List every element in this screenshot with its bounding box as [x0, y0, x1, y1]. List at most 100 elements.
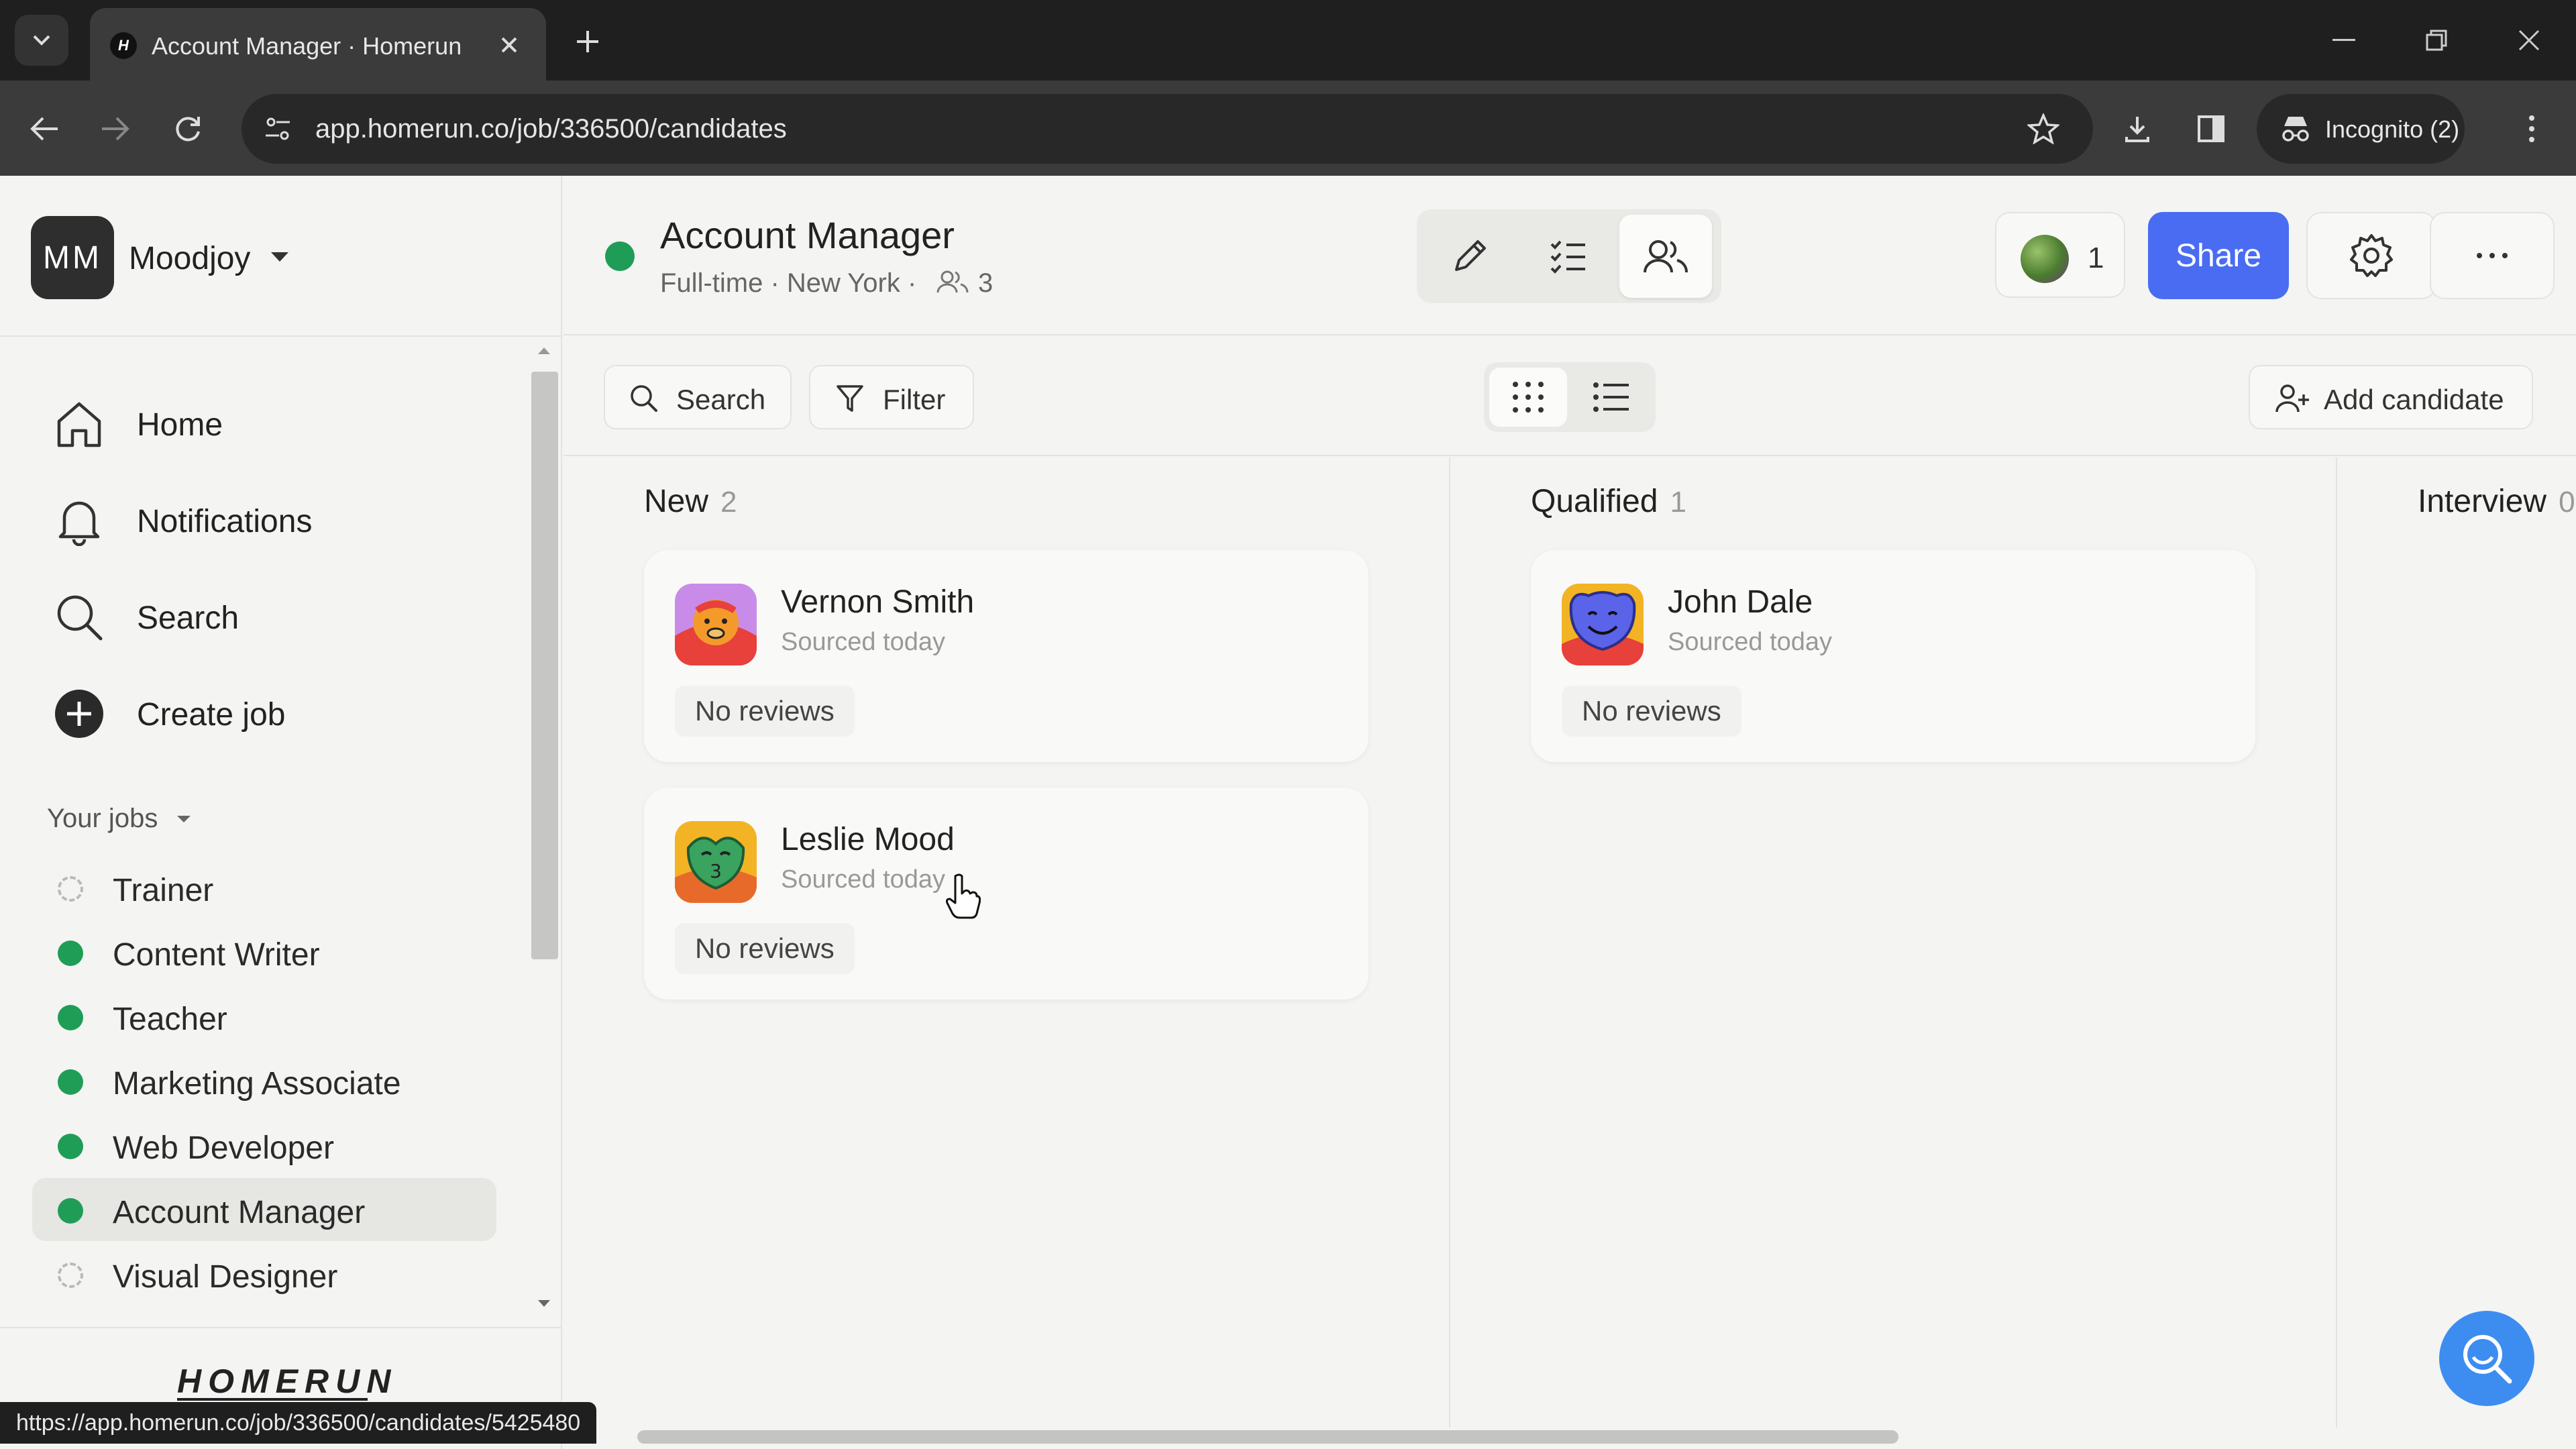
candidate-name: John Dale: [1668, 584, 1813, 620]
team-members-button[interactable]: 1: [1995, 212, 2125, 298]
close-tab-icon[interactable]: [492, 28, 526, 62]
candidate-source: Sourced today: [1668, 628, 1833, 656]
forward-arrow-icon[interactable]: [95, 109, 136, 149]
active-status-icon: [58, 1198, 83, 1224]
more-options-button[interactable]: [2430, 212, 2555, 299]
sidebar-divider: [0, 335, 561, 337]
active-status-icon: [58, 1069, 83, 1095]
job-label: Trainer: [113, 873, 214, 908]
browser-menu-icon[interactable]: [2512, 109, 2552, 149]
org-switcher[interactable]: Moodjoy: [129, 240, 250, 277]
filter-button[interactable]: Filter: [809, 365, 974, 429]
incognito-indicator[interactable]: Incognito (2): [2257, 94, 2465, 164]
board-view-button[interactable]: [1489, 368, 1567, 427]
job-label: Account Manager: [113, 1195, 366, 1230]
minimize-icon[interactable]: [2324, 20, 2364, 60]
sidebar-job-account-manager[interactable]: Account Manager: [32, 1178, 496, 1241]
sidebar-item-home[interactable]: Home: [47, 384, 490, 451]
help-search-button[interactable]: [2439, 1311, 2534, 1406]
scroll-down-icon[interactable]: [537, 1299, 551, 1308]
board-horizontal-scrollbar[interactable]: [637, 1430, 1898, 1444]
people-icon: [1644, 240, 1688, 273]
reviews-badge: No reviews: [675, 923, 855, 974]
caret-down-icon[interactable]: [270, 251, 290, 263]
sidebar-job-teacher[interactable]: Teacher: [32, 985, 496, 1048]
reload-icon[interactable]: [168, 109, 208, 149]
page-title: Account Manager: [660, 214, 955, 256]
your-jobs-heading[interactable]: Your jobs: [47, 804, 158, 834]
restore-icon[interactable]: [2416, 20, 2457, 60]
sidebar-scrollbar[interactable]: [531, 372, 558, 959]
people-icon: [936, 270, 969, 294]
candidate-name: Vernon Smith: [781, 584, 975, 620]
browser-toolbar: app.homerun.co/job/336500/candidates Inc…: [0, 80, 2576, 176]
stage-column-new: New 2 Vernon Smith Sourced today No revie…: [564, 458, 1449, 1428]
close-window-icon[interactable]: [2509, 20, 2549, 60]
svg-text:3: 3: [710, 860, 722, 882]
sidebar-item-label: Create job: [137, 697, 286, 733]
sidebar-item-create-job[interactable]: Create job: [47, 674, 490, 741]
stage-header: New 2: [644, 483, 737, 520]
address-bar[interactable]: app.homerun.co/job/336500/candidates: [241, 94, 2093, 164]
edit-job-button[interactable]: [1424, 215, 1516, 298]
cartoon-face-icon: 3: [675, 821, 757, 903]
caret-down-icon[interactable]: [176, 814, 192, 824]
search-button[interactable]: Search: [604, 365, 792, 429]
sidebar-job-content-writer[interactable]: Content Writer: [32, 920, 496, 983]
bookmark-star-icon[interactable]: [2025, 110, 2062, 148]
add-candidate-label: Add candidate: [2324, 384, 2504, 415]
candidate-card[interactable]: Vernon Smith Sourced today No reviews: [644, 550, 1368, 762]
checklist-icon: [1550, 240, 1585, 274]
scroll-up-icon[interactable]: [537, 346, 551, 356]
sidebar-item-label: Home: [137, 407, 223, 443]
download-icon[interactable]: [2117, 109, 2157, 149]
search-icon: [629, 384, 659, 413]
sidebar-job-trainer[interactable]: Trainer: [32, 856, 496, 919]
job-view-switch: [1417, 209, 1721, 303]
site-info-icon[interactable]: [259, 110, 297, 148]
incognito-icon: [2278, 111, 2313, 146]
job-label: Teacher: [113, 1002, 227, 1037]
url-text[interactable]: app.homerun.co/job/336500/candidates: [315, 114, 787, 144]
add-candidate-button[interactable]: Add candidate: [2249, 365, 2533, 429]
candidate-avatar: [675, 584, 757, 665]
draft-status-icon: [58, 1263, 83, 1288]
sidebar-job-visual-designer[interactable]: Visual Designer: [32, 1242, 496, 1305]
candidates-view-button[interactable]: [1619, 215, 1712, 298]
homerun-favicon-icon: H: [110, 32, 137, 59]
sidebar-divider: [0, 1327, 561, 1328]
stage-count: 1: [1670, 486, 1686, 519]
pencil-icon: [1455, 240, 1486, 271]
stage-count: 2: [720, 486, 737, 519]
team-count: 1: [2088, 241, 2104, 274]
list-view-button[interactable]: [1572, 368, 1650, 427]
add-user-icon: [2275, 384, 2310, 413]
grid-icon: [1513, 382, 1544, 413]
candidate-card[interactable]: John Dale Sourced today No reviews: [1531, 550, 2255, 762]
share-button[interactable]: Share: [2148, 212, 2289, 299]
settings-button[interactable]: [2306, 212, 2436, 299]
sidebar-job-marketing-associate[interactable]: Marketing Associate: [32, 1049, 496, 1112]
candidate-card[interactable]: 3 Leslie Mood Sourced today No reviews: [644, 788, 1368, 1000]
draft-status-icon: [58, 876, 83, 902]
browser-tab-bar: H Account Manager · Homerun: [0, 0, 2576, 80]
link-preview-status: https://app.homerun.co/job/336500/candid…: [0, 1402, 597, 1444]
sidebar-item-notifications[interactable]: Notifications: [47, 480, 490, 547]
back-arrow-icon[interactable]: [24, 109, 64, 149]
candidate-board: New 2 Vernon Smith Sourced today No revie…: [564, 458, 2576, 1428]
sidebar-item-search[interactable]: Search: [47, 577, 490, 644]
sidebar-job-web-developer[interactable]: Web Developer: [32, 1114, 496, 1177]
browser-tab[interactable]: H Account Manager · Homerun: [90, 8, 546, 80]
side-panel-icon[interactable]: [2191, 109, 2231, 149]
layout-switch: [1484, 362, 1656, 432]
job-label: Visual Designer: [113, 1259, 338, 1295]
new-tab-icon[interactable]: [568, 21, 608, 62]
org-avatar[interactable]: MM: [31, 216, 114, 299]
cartoon-face-icon: [1562, 584, 1644, 665]
stage-header: Qualified 1: [1531, 483, 1686, 520]
checklist-button[interactable]: [1521, 215, 1614, 298]
sidebar-item-label: Notifications: [137, 504, 313, 539]
tab-list-button[interactable]: [15, 15, 68, 66]
stage-title: New: [644, 484, 709, 519]
stage-column-qualified: Qualified 1 John Dale Sourced today No re…: [1450, 458, 2336, 1428]
